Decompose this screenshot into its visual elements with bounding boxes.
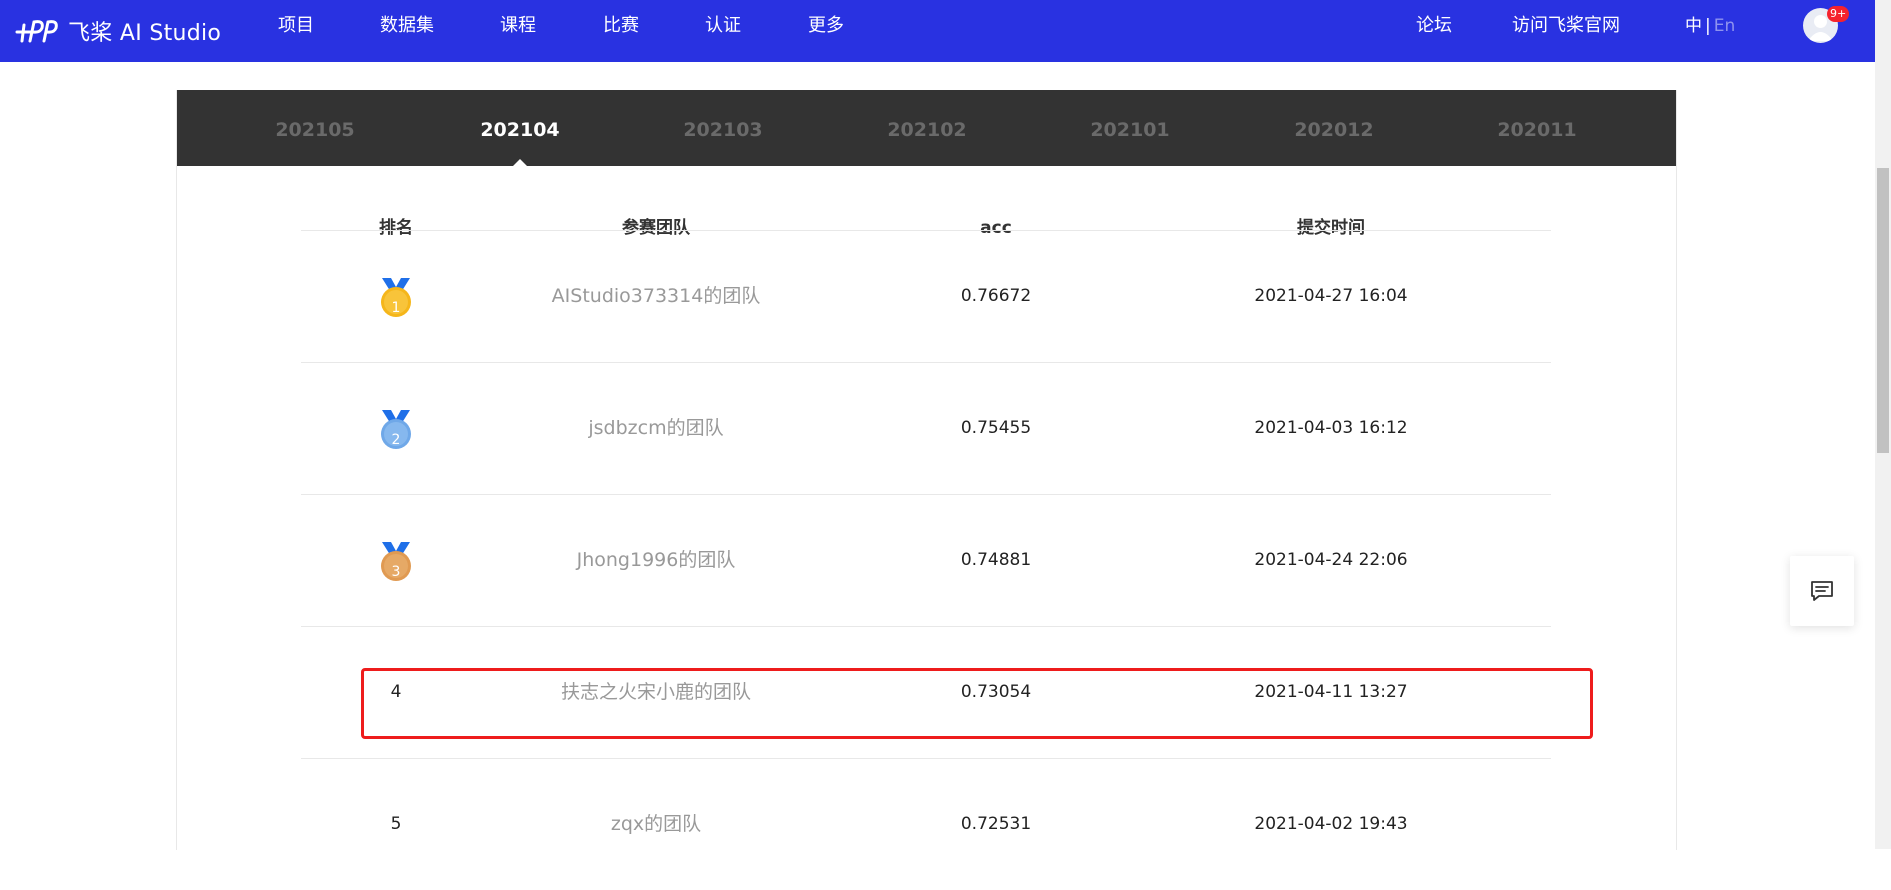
feedback-button[interactable]: [1790, 556, 1854, 626]
nav-item-certification[interactable]: 认证: [705, 0, 741, 52]
table-row: 2 jsdbzcm的团队 0.75455 2021-04-03 16:12: [301, 362, 1551, 494]
acc-value: 0.72531: [960, 814, 1032, 834]
rank-number: 1: [391, 300, 401, 316]
nav-link-official-site[interactable]: 访问飞桨官网: [1512, 0, 1620, 52]
submit-time: 2021-04-27 16:04: [1254, 286, 1408, 306]
team-name[interactable]: Jhong1996的团队: [491, 494, 821, 626]
team-name[interactable]: zqx的团队: [491, 758, 821, 890]
acc-value: 0.73054: [960, 682, 1032, 702]
lang-separator: |: [1705, 16, 1711, 36]
submit-time: 2021-04-02 19:43: [1254, 814, 1408, 834]
site-logo[interactable]: 飞桨 AI Studio: [14, 10, 221, 52]
table-row: 3 Jhong1996的团队 0.74881 2021-04-24 22:06: [301, 494, 1551, 626]
tab-202101[interactable]: 202101: [1060, 90, 1200, 166]
tab-202104[interactable]: 202104: [450, 90, 590, 167]
lang-zh-option[interactable]: 中: [1685, 16, 1702, 36]
team-name[interactable]: AIStudio373314的团队: [491, 230, 821, 362]
nav-link-forum[interactable]: 论坛: [1416, 0, 1452, 52]
tab-202105[interactable]: 202105: [245, 90, 385, 166]
paddlepaddle-logo-icon: [15, 20, 58, 43]
tab-202011[interactable]: 202011: [1467, 90, 1607, 166]
table-row: 5 zqx的团队 0.72531 2021-04-02 19:43: [301, 758, 1551, 890]
rank-number: 3: [391, 564, 401, 580]
chat-feedback-icon: [1811, 581, 1833, 601]
table-row: 4 扶志之火宋小鹿的团队 0.73054 2021-04-11 13:27: [301, 626, 1551, 758]
logo-text: 飞桨 AI Studio: [68, 21, 222, 46]
nav-item-datasets[interactable]: 数据集: [380, 0, 434, 52]
nav-item-competitions[interactable]: 比赛: [603, 0, 639, 52]
language-switch: 中 | En: [1685, 0, 1735, 52]
tab-202102[interactable]: 202102: [857, 90, 997, 166]
team-name[interactable]: jsdbzcm的团队: [491, 362, 821, 494]
table-row: 1 AIStudio373314的团队 0.76672 2021-04-27 1…: [301, 230, 1551, 362]
rank-number: 4: [390, 682, 402, 702]
team-name[interactable]: 扶志之火宋小鹿的团队: [491, 626, 821, 758]
tab-202103[interactable]: 202103: [653, 90, 793, 166]
leaderboard-panel: 202105 202104 202103 202102 202101 20201…: [176, 90, 1677, 850]
nav-item-projects[interactable]: 项目: [278, 0, 314, 52]
submit-time: 2021-04-03 16:12: [1254, 418, 1408, 438]
nav-item-more[interactable]: 更多: [808, 0, 844, 52]
submit-time: 2021-04-11 13:27: [1254, 682, 1408, 702]
notification-badge: 9+: [1827, 6, 1850, 22]
lang-en-option[interactable]: En: [1714, 16, 1736, 36]
rank-number: 2: [391, 432, 401, 448]
acc-value: 0.74881: [960, 550, 1032, 570]
tab-202012[interactable]: 202012: [1264, 90, 1404, 166]
nav-item-courses[interactable]: 课程: [500, 0, 536, 52]
rank-number: 5: [390, 814, 402, 834]
top-nav-bar: 飞桨 AI Studio 项目 数据集 课程 比赛 认证 更多 论坛 访问飞桨官…: [0, 0, 1875, 62]
submit-time: 2021-04-24 22:06: [1254, 550, 1408, 570]
acc-value: 0.76672: [960, 286, 1032, 306]
acc-value: 0.75455: [960, 418, 1032, 438]
month-tab-bar: 202105 202104 202103 202102 202101 20201…: [177, 90, 1676, 167]
page-scrollbar-thumb[interactable]: [1877, 168, 1889, 453]
